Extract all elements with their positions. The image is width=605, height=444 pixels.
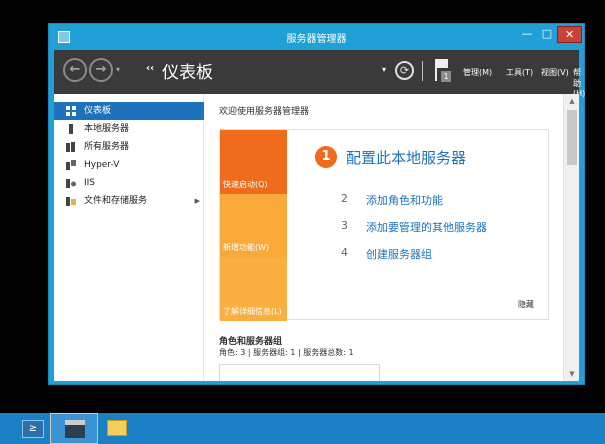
sidebar-item-all-servers[interactable]: 所有服务器: [54, 138, 204, 156]
menu-manage[interactable]: 管理(M): [463, 67, 492, 78]
sidebar-item-local-server[interactable]: 本地服务器: [54, 120, 204, 138]
refresh-icon[interactable]: ⟳: [395, 61, 414, 80]
breadcrumb-arrow-icon: ‹‹: [146, 63, 155, 74]
tile-label: 了解详细信息(L): [223, 307, 282, 316]
tile-label: 快速启动(Q): [223, 180, 268, 189]
notification-count-badge: 1: [441, 71, 451, 82]
sidebar-item-dashboard[interactable]: 仪表板: [54, 102, 204, 120]
menu-tools[interactable]: 工具(T): [506, 67, 533, 78]
close-button[interactable]: ✕: [557, 26, 582, 43]
step-1-number: 1: [315, 146, 337, 168]
configure-local-server-link[interactable]: 配置此本地服务器: [346, 147, 466, 168]
roles-summary: 角色: 3 | 服务器组: 1 | 服务器总数: 1: [219, 348, 354, 357]
toolbar-divider: [422, 61, 423, 81]
content-area: 仪表板 本地服务器 所有服务器 Hyper-V IIS 文件和存储服务 ▶ 欢迎…: [54, 94, 579, 381]
powershell-icon[interactable]: ≥: [22, 420, 44, 438]
breadcrumb-dropdown-icon[interactable]: ▾: [382, 65, 386, 74]
step-2-number: 2: [341, 192, 348, 205]
history-dropdown-icon[interactable]: ▾: [116, 65, 120, 74]
quick-start-panel: 快速启动(Q) 新增功能(W) 了解详细信息(L) 1 配置此本地服务器 2 添…: [219, 129, 549, 321]
sidebar-item-label: 本地服务器: [84, 124, 130, 134]
sidebar-item-label: IIS: [84, 178, 96, 188]
maximize-button[interactable]: □: [537, 26, 557, 43]
sidebar-item-hyperv[interactable]: Hyper-V: [54, 156, 204, 174]
scroll-down-icon[interactable]: ▼: [564, 367, 579, 381]
sidebar-item-label: 仪表板: [84, 106, 112, 116]
role-card[interactable]: [219, 364, 380, 381]
taskbar-file-explorer[interactable]: [104, 416, 130, 441]
notifications-flag-icon[interactable]: 1: [434, 59, 452, 83]
step-4-number: 4: [341, 246, 348, 259]
sidebar-item-iis[interactable]: IIS: [54, 174, 204, 192]
add-servers-link[interactable]: 添加要管理的其他服务器: [366, 219, 487, 235]
welcome-heading: 欢迎使用服务器管理器: [219, 107, 310, 117]
roles-heading: 角色和服务器组: [219, 337, 283, 347]
dashboard-main: 欢迎使用服务器管理器 快速启动(Q) 新增功能(W) 了解详细信息(L) 1 配…: [205, 94, 563, 381]
sidebar-item-label: Hyper-V: [84, 160, 120, 170]
menu-view[interactable]: 视图(V): [541, 67, 569, 78]
scroll-thumb[interactable]: [567, 110, 577, 165]
tile-label: 新增功能(W): [223, 243, 270, 252]
dashboard-icon: [66, 106, 76, 116]
minimize-button[interactable]: —: [517, 26, 537, 43]
forward-button[interactable]: →: [89, 58, 113, 82]
sidebar-item-label: 所有服务器: [84, 142, 130, 152]
folder-icon: [107, 420, 127, 436]
tile-quick-start[interactable]: 快速启动(Q): [220, 130, 287, 194]
server-manager-window: 服务器管理器 — □ ✕ ← → ▾ ‹‹ 仪表板 ▾ ⟳ 1 管理(M) 工具…: [48, 23, 585, 385]
scroll-up-icon[interactable]: ▲: [564, 94, 579, 108]
page-title: 仪表板: [162, 63, 213, 83]
taskbar: ≥: [0, 413, 605, 444]
step-3-number: 3: [341, 219, 348, 232]
tile-learn-more[interactable]: 了解详细信息(L): [220, 257, 287, 321]
sidebar-item-label: 文件和存储服务: [84, 196, 148, 206]
taskbar-server-manager[interactable]: [50, 413, 98, 444]
window-title: 服务器管理器: [286, 34, 347, 45]
title-bar[interactable]: 服务器管理器 — □ ✕: [49, 24, 584, 50]
iis-icon: [66, 179, 76, 188]
sidebar-item-file-storage[interactable]: 文件和存储服务 ▶: [54, 192, 204, 210]
create-server-group-link[interactable]: 创建服务器组: [366, 246, 432, 262]
vertical-scrollbar[interactable]: ▲ ▼: [563, 94, 579, 381]
server-manager-icon: [65, 420, 85, 438]
file-storage-icon: [66, 197, 76, 206]
flag-cloth: [437, 59, 448, 68]
expand-arrow-icon[interactable]: ▶: [195, 192, 200, 210]
sidebar: 仪表板 本地服务器 所有服务器 Hyper-V IIS 文件和存储服务 ▶: [54, 94, 204, 381]
hyperv-icon: [66, 160, 76, 170]
server-icon: [69, 124, 73, 134]
servers-icon: [66, 142, 75, 152]
add-roles-features-link[interactable]: 添加角色和功能: [366, 192, 443, 208]
back-button[interactable]: ←: [63, 58, 87, 82]
tile-whats-new[interactable]: 新增功能(W): [220, 194, 287, 257]
toolbar: ← → ▾ ‹‹ 仪表板 ▾ ⟳ 1 管理(M) 工具(T) 视图(V) 帮助(…: [54, 50, 585, 98]
hide-link[interactable]: 隐藏: [518, 299, 534, 310]
